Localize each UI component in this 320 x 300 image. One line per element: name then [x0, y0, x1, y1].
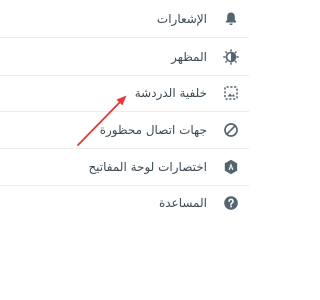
menu-item-label: الإشعارات: [156, 11, 207, 26]
wallpaper-icon: [223, 85, 239, 101]
keyboard-shortcuts-icon: [223, 159, 239, 175]
menu-item-theme[interactable]: المظهر: [0, 38, 249, 76]
menu-item-label: اختصارات لوحة المفاتيح: [88, 159, 207, 174]
menu-item-keyboard-shortcuts[interactable]: اختصارات لوحة المفاتيح: [0, 148, 249, 186]
menu-item-label: المظهر: [171, 49, 207, 64]
help-icon: [223, 195, 239, 211]
menu-item-label: المساعدة: [158, 195, 207, 210]
menu-item-label: خلفية الدردشة: [134, 85, 207, 100]
settings-page: الإشعارات المظهر خلفية الدردشة جهات اتصا…: [0, 0, 249, 300]
menu-item-notifications[interactable]: الإشعارات: [0, 0, 249, 38]
block-icon: [223, 122, 239, 138]
menu-item-help[interactable]: المساعدة: [0, 184, 249, 221]
menu-item-label: جهات اتصال محظورة: [99, 122, 207, 137]
menu-item-chat-wallpaper[interactable]: خلفية الدردشة: [0, 74, 249, 112]
menu-item-blocked-contacts[interactable]: جهات اتصال محظورة: [0, 111, 249, 149]
theme-icon: [223, 48, 239, 65]
bell-icon: [223, 11, 239, 27]
